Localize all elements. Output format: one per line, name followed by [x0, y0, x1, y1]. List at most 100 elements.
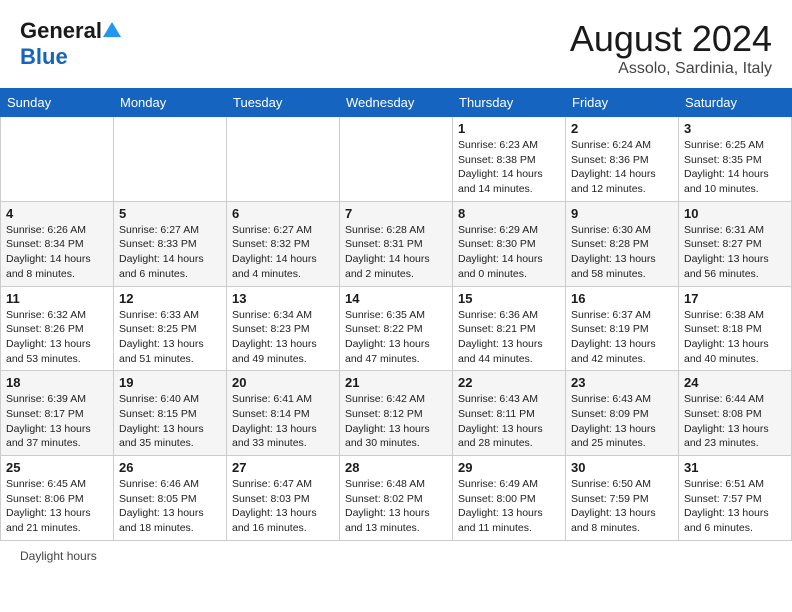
title-block: August 2024 Assolo, Sardinia, Italy [570, 18, 772, 78]
page-header: General Blue August 2024 Assolo, Sardini… [0, 0, 792, 88]
day-number: 5 [119, 206, 221, 221]
calendar-week-row: 1 Sunrise: 6:23 AM Sunset: 8:38 PM Daylig… [1, 117, 792, 202]
day-info: Sunrise: 6:40 AM Sunset: 8:15 PM Dayligh… [119, 392, 221, 451]
day-info: Sunrise: 6:29 AM Sunset: 8:30 PM Dayligh… [458, 223, 560, 282]
day-number: 11 [6, 291, 108, 306]
calendar-day-cell: 13Sunrise: 6:34 AM Sunset: 8:23 PM Dayli… [227, 286, 340, 371]
calendar-day-cell: 19 Sunrise: 6:40 AM Sunset: 8:15 PM Dayli… [114, 371, 227, 456]
day-info: Sunrise: 6:50 AM Sunset: 7:59 PM Dayligh… [571, 477, 673, 536]
calendar-day-cell [1, 117, 114, 202]
calendar-day-cell: 15 Sunrise: 6:36 AM Sunset: 8:21 PM Dayli… [453, 286, 566, 371]
calendar-week-row: 18Sunrise: 6:39 AM Sunset: 8:17 PM Dayli… [1, 371, 792, 456]
calendar-day-cell [227, 117, 340, 202]
day-number: 9 [571, 206, 673, 221]
calendar-week-row: 4 Sunrise: 6:26 AM Sunset: 8:34 PM Daylig… [1, 201, 792, 286]
logo-triangle-icon [103, 22, 121, 37]
weekday-header-cell: Monday [114, 89, 227, 117]
calendar-day-cell: 4 Sunrise: 6:26 AM Sunset: 8:34 PM Daylig… [1, 201, 114, 286]
weekday-header-cell: Saturday [679, 89, 792, 117]
day-info: Sunrise: 6:49 AM Sunset: 8:00 PM Dayligh… [458, 477, 560, 536]
day-info: Sunrise: 6:48 AM Sunset: 8:02 PM Dayligh… [345, 477, 447, 536]
day-info: Sunrise: 6:23 AM Sunset: 8:38 PM Dayligh… [458, 138, 560, 197]
calendar-day-cell: 5 Sunrise: 6:27 AM Sunset: 8:33 PM Daylig… [114, 201, 227, 286]
day-info: Sunrise: 6:28 AM Sunset: 8:31 PM Dayligh… [345, 223, 447, 282]
calendar-week-row: 11 Sunrise: 6:32 AM Sunset: 8:26 PM Dayli… [1, 286, 792, 371]
day-number: 21 [345, 375, 447, 390]
day-number: 6 [232, 206, 334, 221]
weekday-header-cell: Tuesday [227, 89, 340, 117]
day-info: Sunrise: 6:45 AM Sunset: 8:06 PM Dayligh… [6, 477, 108, 536]
calendar-day-cell: 8 Sunrise: 6:29 AM Sunset: 8:30 PM Daylig… [453, 201, 566, 286]
calendar-day-cell: 3 Sunrise: 6:25 AM Sunset: 8:35 PM Daylig… [679, 117, 792, 202]
day-number: 27 [232, 460, 334, 475]
day-info: Sunrise: 6:46 AM Sunset: 8:05 PM Dayligh… [119, 477, 221, 536]
calendar-day-cell: 22 Sunrise: 6:43 AM Sunset: 8:11 PM Dayli… [453, 371, 566, 456]
day-info: Sunrise: 6:43 AM Sunset: 8:11 PM Dayligh… [458, 392, 560, 451]
day-number: 30 [571, 460, 673, 475]
calendar-day-cell [340, 117, 453, 202]
day-info: Sunrise: 6:30 AM Sunset: 8:28 PM Dayligh… [571, 223, 673, 282]
day-number: 2 [571, 121, 673, 136]
calendar-day-cell [114, 117, 227, 202]
day-info: Sunrise: 6:24 AM Sunset: 8:36 PM Dayligh… [571, 138, 673, 197]
day-number: 4 [6, 206, 108, 221]
day-number: 26 [119, 460, 221, 475]
day-info: Sunrise: 6:42 AM Sunset: 8:12 PM Dayligh… [345, 392, 447, 451]
day-info: Sunrise: 6:47 AM Sunset: 8:03 PM Dayligh… [232, 477, 334, 536]
weekday-header-cell: Thursday [453, 89, 566, 117]
day-info: Sunrise: 6:27 AM Sunset: 8:32 PM Dayligh… [232, 223, 334, 282]
day-number: 17 [684, 291, 786, 306]
weekday-header-cell: Sunday [1, 89, 114, 117]
day-number: 3 [684, 121, 786, 136]
calendar-table: SundayMondayTuesdayWednesdayThursdayFrid… [0, 88, 792, 541]
day-number: 1 [458, 121, 560, 136]
day-info: Sunrise: 6:27 AM Sunset: 8:33 PM Dayligh… [119, 223, 221, 282]
weekday-header-cell: Wednesday [340, 89, 453, 117]
day-number: 29 [458, 460, 560, 475]
day-info: Sunrise: 6:38 AM Sunset: 8:18 PM Dayligh… [684, 308, 786, 367]
location-subtitle: Assolo, Sardinia, Italy [570, 60, 772, 78]
day-number: 25 [6, 460, 108, 475]
day-info: Sunrise: 6:25 AM Sunset: 8:35 PM Dayligh… [684, 138, 786, 197]
day-info: Sunrise: 6:41 AM Sunset: 8:14 PM Dayligh… [232, 392, 334, 451]
day-number: 31 [684, 460, 786, 475]
calendar-day-cell: 28 Sunrise: 6:48 AM Sunset: 8:02 PM Dayli… [340, 456, 453, 541]
day-number: 19 [119, 375, 221, 390]
logo-blue-text: Blue [20, 44, 68, 70]
logo-general-text: General [20, 18, 102, 44]
day-info: Sunrise: 6:32 AM Sunset: 8:26 PM Dayligh… [6, 308, 108, 367]
logo: General Blue [20, 18, 121, 70]
day-number: 22 [458, 375, 560, 390]
calendar-day-cell: 1 Sunrise: 6:23 AM Sunset: 8:38 PM Daylig… [453, 117, 566, 202]
calendar-day-cell: 9 Sunrise: 6:30 AM Sunset: 8:28 PM Daylig… [566, 201, 679, 286]
calendar-day-cell: 23Sunrise: 6:43 AM Sunset: 8:09 PM Dayli… [566, 371, 679, 456]
calendar-day-cell: 14Sunrise: 6:35 AM Sunset: 8:22 PM Dayli… [340, 286, 453, 371]
day-info: Sunrise: 6:44 AM Sunset: 8:08 PM Dayligh… [684, 392, 786, 451]
day-info: Sunrise: 6:43 AM Sunset: 8:09 PM Dayligh… [571, 392, 673, 451]
day-number: 16 [571, 291, 673, 306]
day-info: Sunrise: 6:36 AM Sunset: 8:21 PM Dayligh… [458, 308, 560, 367]
calendar-day-cell: 2 Sunrise: 6:24 AM Sunset: 8:36 PM Daylig… [566, 117, 679, 202]
calendar-day-cell: 30 Sunrise: 6:50 AM Sunset: 7:59 PM Dayli… [566, 456, 679, 541]
calendar-day-cell: 6 Sunrise: 6:27 AM Sunset: 8:32 PM Daylig… [227, 201, 340, 286]
month-year-title: August 2024 [570, 18, 772, 60]
day-number: 15 [458, 291, 560, 306]
weekday-header-row: SundayMondayTuesdayWednesdayThursdayFrid… [1, 89, 792, 117]
calendar-day-cell: 24 Sunrise: 6:44 AM Sunset: 8:08 PM Dayli… [679, 371, 792, 456]
weekday-header-cell: Friday [566, 89, 679, 117]
calendar-day-cell: 11 Sunrise: 6:32 AM Sunset: 8:26 PM Dayli… [1, 286, 114, 371]
day-info: Sunrise: 6:31 AM Sunset: 8:27 PM Dayligh… [684, 223, 786, 282]
day-number: 24 [684, 375, 786, 390]
day-number: 12 [119, 291, 221, 306]
day-number: 28 [345, 460, 447, 475]
calendar-day-cell: 7Sunrise: 6:28 AM Sunset: 8:31 PM Daylig… [340, 201, 453, 286]
calendar-day-cell: 29 Sunrise: 6:49 AM Sunset: 8:00 PM Dayli… [453, 456, 566, 541]
calendar-day-cell: 16 Sunrise: 6:37 AM Sunset: 8:19 PM Dayli… [566, 286, 679, 371]
day-number: 8 [458, 206, 560, 221]
calendar-day-cell: 10Sunrise: 6:31 AM Sunset: 8:27 PM Dayli… [679, 201, 792, 286]
day-info: Sunrise: 6:37 AM Sunset: 8:19 PM Dayligh… [571, 308, 673, 367]
day-info: Sunrise: 6:34 AM Sunset: 8:23 PM Dayligh… [232, 308, 334, 367]
calendar-day-cell: 27 Sunrise: 6:47 AM Sunset: 8:03 PM Dayli… [227, 456, 340, 541]
calendar-day-cell: 25 Sunrise: 6:45 AM Sunset: 8:06 PM Dayli… [1, 456, 114, 541]
day-info: Sunrise: 6:26 AM Sunset: 8:34 PM Dayligh… [6, 223, 108, 282]
